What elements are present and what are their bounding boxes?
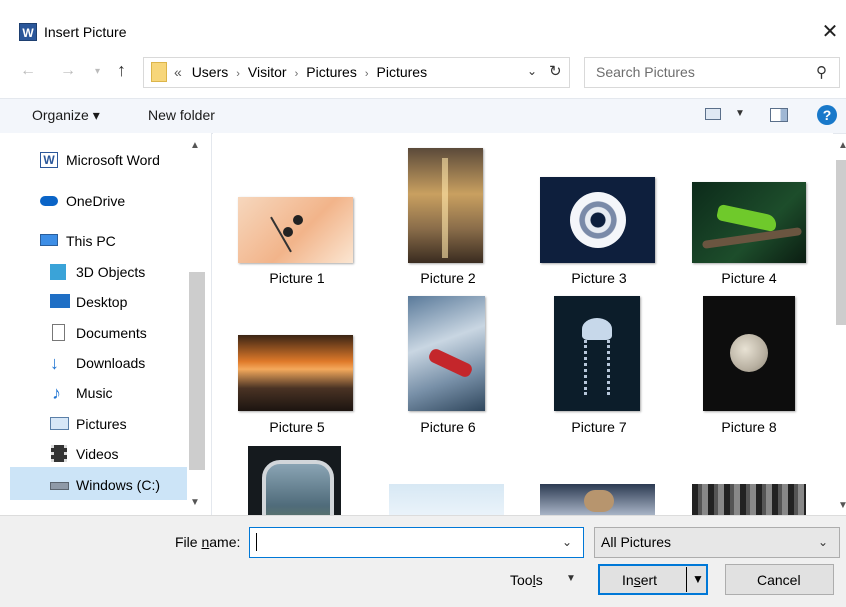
document-icon [52, 324, 65, 341]
window-title: Insert Picture [44, 24, 127, 40]
word-icon: W [40, 152, 58, 168]
breadcrumb-separator[interactable]: › [228, 68, 248, 80]
nav-item-label: This PC [66, 233, 116, 249]
organize-button[interactable]: Organize ▾ [32, 107, 100, 124]
file-list-scrollbar-thumb[interactable] [836, 160, 846, 325]
file-label[interactable]: Picture 1 [237, 270, 357, 286]
search-input[interactable]: Search Pictures [596, 64, 695, 80]
nav-item-label: Desktop [76, 294, 128, 310]
insert-button-label[interactable]: Insert [622, 572, 657, 588]
picture-4-thumbnail[interactable] [692, 182, 806, 263]
breadcrumb: « Users › Visitor › Pictures › Pictures [174, 64, 427, 80]
nav-item-label: Documents [76, 325, 147, 341]
file-list-scroll-down-icon[interactable]: ▼ [838, 500, 846, 511]
nav-item-label: Videos [76, 446, 119, 462]
nav-item-label: Microsoft Word [66, 152, 160, 168]
breadcrumb-item-pictures[interactable]: Pictures [306, 64, 357, 80]
forward-arrow-icon[interactable]: → [60, 62, 76, 80]
breadcrumb-separator[interactable]: › [357, 68, 377, 80]
nav-item-label: Pictures [76, 416, 127, 432]
word-app-icon: W [19, 23, 37, 41]
file-name-input[interactable] [249, 527, 584, 558]
picture-6-thumbnail[interactable] [408, 296, 485, 411]
close-button[interactable]: ✕ [818, 20, 842, 44]
pictures-icon [50, 417, 69, 430]
nav-scrollbar-thumb[interactable] [189, 272, 205, 470]
cloud-icon [40, 196, 58, 206]
file-label[interactable]: Picture 2 [388, 270, 508, 286]
file-label[interactable]: Picture 5 [237, 419, 357, 435]
tools-button[interactable]: Tools [510, 572, 543, 588]
insert-options-dropdown-icon[interactable]: ▼ [692, 572, 704, 586]
insert-label-part: ert [640, 572, 658, 588]
breadcrumb-overflow[interactable]: « [174, 64, 182, 80]
picture-9-thumbnail[interactable] [248, 446, 341, 515]
recent-locations-chevron-icon[interactable]: ▾ [95, 66, 100, 77]
view-options-chevron-icon[interactable]: ▼ [735, 108, 745, 119]
picture-10-thumbnail[interactable] [389, 484, 504, 515]
picture-11-thumbnail[interactable] [540, 484, 655, 515]
picture-7-thumbnail[interactable] [554, 296, 640, 411]
nav-scroll-down-icon[interactable]: ▼ [190, 497, 200, 508]
text-caret [256, 533, 257, 551]
nav-item-label: 3D Objects [76, 264, 146, 280]
picture-3-thumbnail[interactable] [540, 177, 655, 263]
music-note-icon: ♪ [52, 383, 61, 403]
picture-5-thumbnail[interactable] [238, 335, 353, 411]
file-type-value: All Pictures [601, 534, 672, 550]
breadcrumb-separator[interactable]: › [287, 68, 307, 80]
insert-label-part: In [622, 572, 634, 588]
up-arrow-icon[interactable]: ↑ [117, 60, 126, 81]
download-arrow-icon: ↓ [50, 353, 59, 373]
address-history-chevron-icon[interactable]: ⌄ [527, 64, 537, 78]
tools-label-part: s [535, 572, 543, 588]
computer-icon [40, 234, 58, 246]
file-list-scroll-up-icon[interactable]: ▲ [838, 140, 846, 151]
breadcrumb-item-pictures-current[interactable]: Pictures [377, 64, 428, 80]
desktop-icon [50, 294, 70, 308]
film-icon [51, 445, 67, 462]
picture-12-thumbnail[interactable] [692, 484, 806, 515]
file-type-chevron-icon[interactable]: ⌄ [818, 535, 828, 549]
title-bar [0, 14, 846, 50]
file-name-label-part: ame: [209, 534, 241, 550]
file-label[interactable]: Picture 4 [689, 270, 809, 286]
file-name-label-part: File [175, 534, 202, 550]
search-icon[interactable]: ⚲ [816, 63, 827, 81]
cancel-button-label[interactable]: Cancel [757, 572, 801, 588]
file-label[interactable]: Picture 7 [539, 419, 659, 435]
preview-pane-icon[interactable] [770, 108, 788, 122]
insert-split-divider [686, 567, 687, 592]
back-arrow-icon[interactable]: ← [20, 62, 36, 80]
cube-icon [50, 264, 66, 280]
picture-8-thumbnail[interactable] [703, 296, 795, 411]
help-icon[interactable]: ? [817, 105, 837, 125]
file-label[interactable]: Picture 6 [388, 419, 508, 435]
nav-item-label: OneDrive [66, 193, 126, 209]
insert-label-accesskey: s [633, 572, 641, 588]
tools-label-part: Too [510, 572, 533, 588]
nav-item-label: Windows (C:) [76, 477, 161, 493]
nav-item-label: Music [76, 385, 113, 401]
file-label[interactable]: Picture 3 [539, 270, 659, 286]
picture-2-thumbnail[interactable] [408, 148, 483, 263]
file-name-chevron-icon[interactable]: ⌄ [562, 535, 572, 549]
nav-scroll-up-icon[interactable]: ▲ [190, 140, 200, 151]
drive-icon [50, 482, 69, 490]
file-label[interactable]: Picture 8 [689, 419, 809, 435]
folder-icon [151, 62, 167, 82]
breadcrumb-item-users[interactable]: Users [186, 64, 229, 80]
tools-dropdown-icon[interactable]: ▼ [566, 573, 576, 584]
change-view-icon[interactable] [705, 108, 721, 120]
new-folder-button[interactable]: New folder [148, 107, 215, 123]
refresh-icon[interactable]: ↻ [549, 62, 562, 80]
file-name-label: File name: [175, 534, 240, 550]
picture-1-thumbnail[interactable] [238, 197, 353, 263]
nav-item-label: Downloads [76, 355, 146, 371]
breadcrumb-item-visitor[interactable]: Visitor [248, 64, 287, 80]
